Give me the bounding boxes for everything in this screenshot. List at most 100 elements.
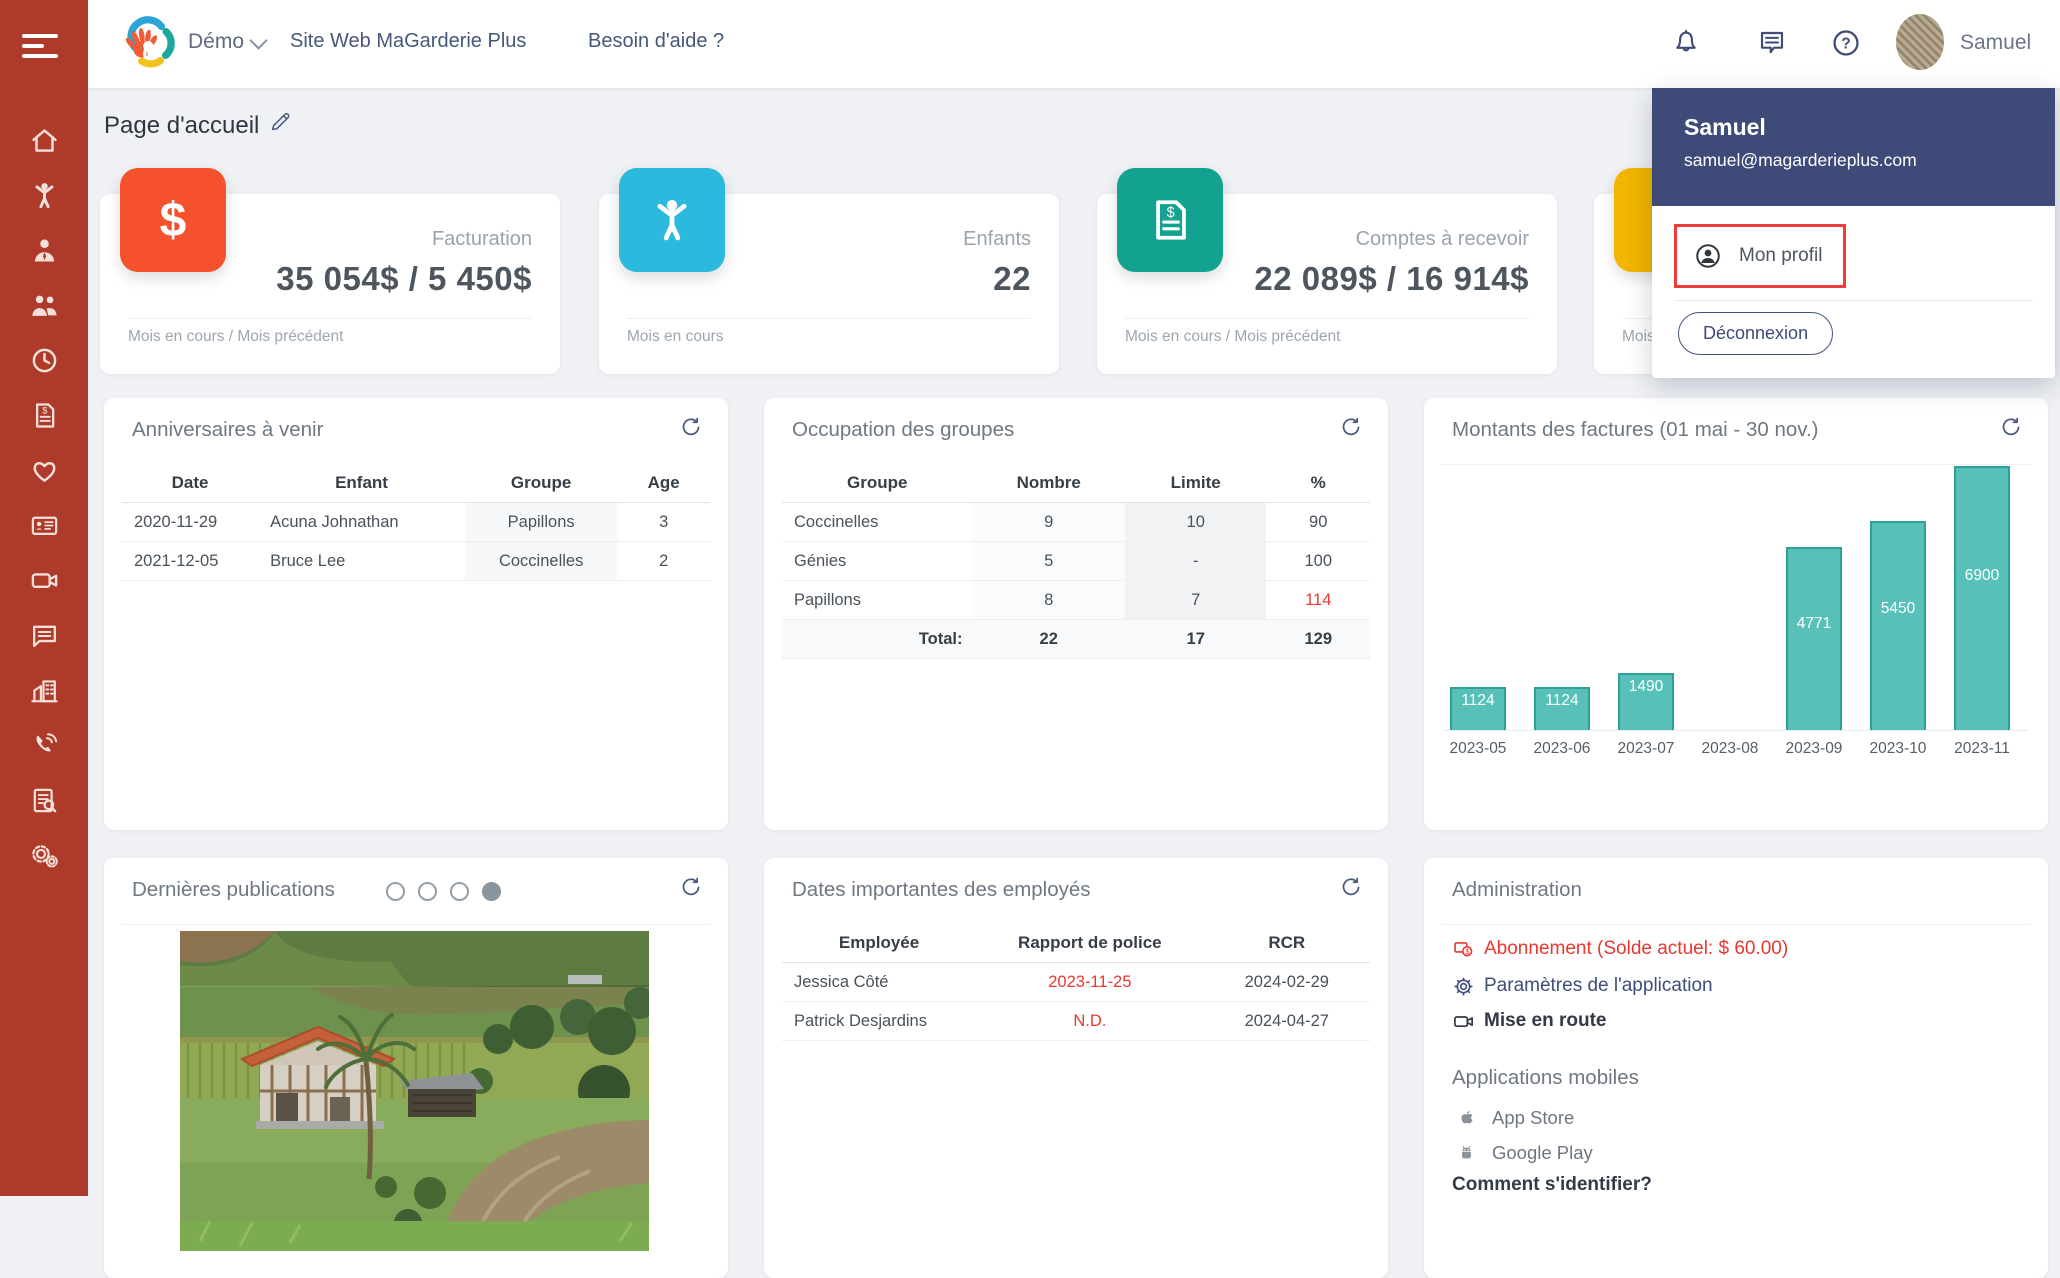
table-row: Génies5-100 [782,542,1370,581]
user-avatar[interactable] [1896,14,1944,70]
table-row: 2021-12-05Bruce LeeCoccinelles2 [122,542,710,581]
sidebar-item-health[interactable] [0,448,88,492]
stat-icon-box [619,168,725,272]
daycare-selector-label: Démo [188,30,244,54]
carousel-dot-1[interactable] [386,882,405,901]
sidebar-item-schedule[interactable] [0,338,88,382]
x-axis-label: 2023-08 [1685,740,1775,758]
bar-value-label: 4771 [1788,615,1840,633]
occupation-table: GroupeNombreLimite%Coccinelles91090Génie… [782,464,1370,659]
table-row: 2020-11-29Acuna JohnathanPapillons3 [122,503,710,542]
divider [1442,924,2030,925]
chart-baseline [1444,730,2028,731]
x-axis-label: 2023-06 [1517,740,1607,758]
mobile-apps-title: Applications mobiles [1452,1066,1639,1090]
person-circle-icon [1693,241,1723,271]
admin-link-mise[interactable]: Mise en route [1452,1006,1606,1036]
sidebar-item-calls[interactable] [0,723,88,767]
page-title: Page d'accueil [104,112,259,140]
stat-label: Enfants [963,228,1031,251]
help-icon[interactable]: ? [1830,27,1862,59]
stat-card-enfants: Enfants22Mois en cours [599,194,1059,374]
widget-title: Occupation des groupes [792,418,1014,442]
user-dropdown-header: Samuel samuel@magarderieplus.com [1652,88,2055,206]
hamburger-menu-icon[interactable] [22,34,60,60]
my-profile-menu-item[interactable]: Mon profil [1674,224,1846,288]
refresh-icon[interactable] [2000,416,2024,440]
column-header: % [1266,464,1370,503]
sidebar-item-messages[interactable] [0,613,88,657]
bar-2023-05: 1124 [1450,687,1506,730]
topbar: Démo Site Web MaGarderie Plus Besoin d'a… [88,0,2060,88]
column-header: Rapport de police [976,924,1203,963]
sidebar-item-families[interactable] [0,283,88,327]
carousel-dot-4[interactable] [482,882,501,901]
table-total-row: Total:2217129 [782,620,1370,659]
carousel-dot-3[interactable] [450,882,469,901]
website-link[interactable]: Site Web MaGarderie Plus [290,30,526,53]
bar-value-label: 1490 [1620,678,1672,696]
sidebar-item-facility[interactable] [0,668,88,712]
admin-link-abonnement[interactable]: $Abonnement (Solde actuel: $ 60.00) [1452,934,1788,964]
mobile-link-app-store[interactable]: App Store [1456,1104,1574,1132]
table-row: Patrick DesjardinsN.D.2024-04-27 [782,1002,1370,1041]
sidebar-item-billing[interactable]: $ [0,393,88,437]
child-icon [29,180,60,211]
stat-label: Facturation [432,228,532,251]
bar-value-label: 6900 [1956,567,2008,585]
educator-icon [29,235,60,266]
how-to-login-link[interactable]: Comment s'identifier? [1452,1174,1652,1196]
messages-icon[interactable] [1756,27,1788,59]
employee-dates-table: EmployéeRapport de policeRCRJessica Côté… [782,924,1370,1041]
carousel-dot-2[interactable] [418,882,437,901]
divider [122,924,710,925]
notifications-bell-icon[interactable] [1670,27,1702,59]
refresh-icon [1340,416,1362,438]
user-name: Samuel [1960,31,2031,55]
divider [1125,318,1529,319]
refresh-icon[interactable] [680,416,704,440]
admin-link-paramtres[interactable]: Paramètres de l'application [1452,971,1713,1001]
daycare-selector[interactable]: Démo [188,30,265,54]
birthdays-table: DateEnfantGroupeAge2020-11-29Acuna Johna… [122,464,710,581]
carousel-dots [386,882,501,901]
refresh-icon[interactable] [1340,876,1364,900]
x-axis-label: 2023-11 [1937,740,2027,758]
app-logo[interactable] [120,14,178,72]
sidebar-item-reports[interactable] [0,778,88,822]
widget-administration: Administration $Abonnement (Solde actuel… [1424,858,2048,1278]
user-menu-name: Samuel [1684,114,1766,141]
sidebar-item-home[interactable] [0,118,88,162]
bar-value-label: 1124 [1536,692,1588,710]
stat-footer: Mois en cours / Mois précédent [1125,328,1340,346]
stat-value: 22 089$ / 16 914$ [1254,260,1529,298]
mobile-link-google-play[interactable]: Google Play [1456,1139,1593,1167]
table-row: Jessica Côté2023-11-252024-02-29 [782,963,1370,1002]
child-icon [647,195,697,245]
refresh-icon[interactable] [1340,416,1364,440]
widget-occupation: Occupation des groupes GroupeNombreLimit… [764,398,1388,830]
widget-title: Dates importantes des employés [792,878,1091,902]
svg-text:$: $ [1465,947,1469,955]
help-link[interactable]: Besoin d'aide ? [588,30,724,53]
sidebar-item-contacts[interactable] [0,503,88,547]
column-header: Date [122,464,258,503]
column-header: Age [617,464,710,503]
logout-button[interactable]: Déconnexion [1678,312,1833,355]
chevron-down-icon [249,31,267,49]
sidebar-item-videos[interactable] [0,558,88,602]
sidebar-item-children[interactable] [0,173,88,217]
gears-icon [29,840,60,871]
bar-2023-09: 4771 [1786,547,1842,730]
sidebar-item-educators[interactable] [0,228,88,272]
edit-pencil-icon[interactable] [268,108,294,134]
user-menu-email: samuel@magarderieplus.com [1684,150,1917,171]
table-header-row: EmployéeRapport de policeRCR [782,924,1370,963]
invoice-icon: $ [29,400,60,431]
x-axis-label: 2023-09 [1769,740,1859,758]
svg-text:$: $ [42,405,47,415]
widget-title: Anniversaires à venir [132,418,323,442]
home-icon [29,125,60,156]
sidebar-item-settings[interactable] [0,833,88,877]
refresh-icon[interactable] [680,876,704,900]
